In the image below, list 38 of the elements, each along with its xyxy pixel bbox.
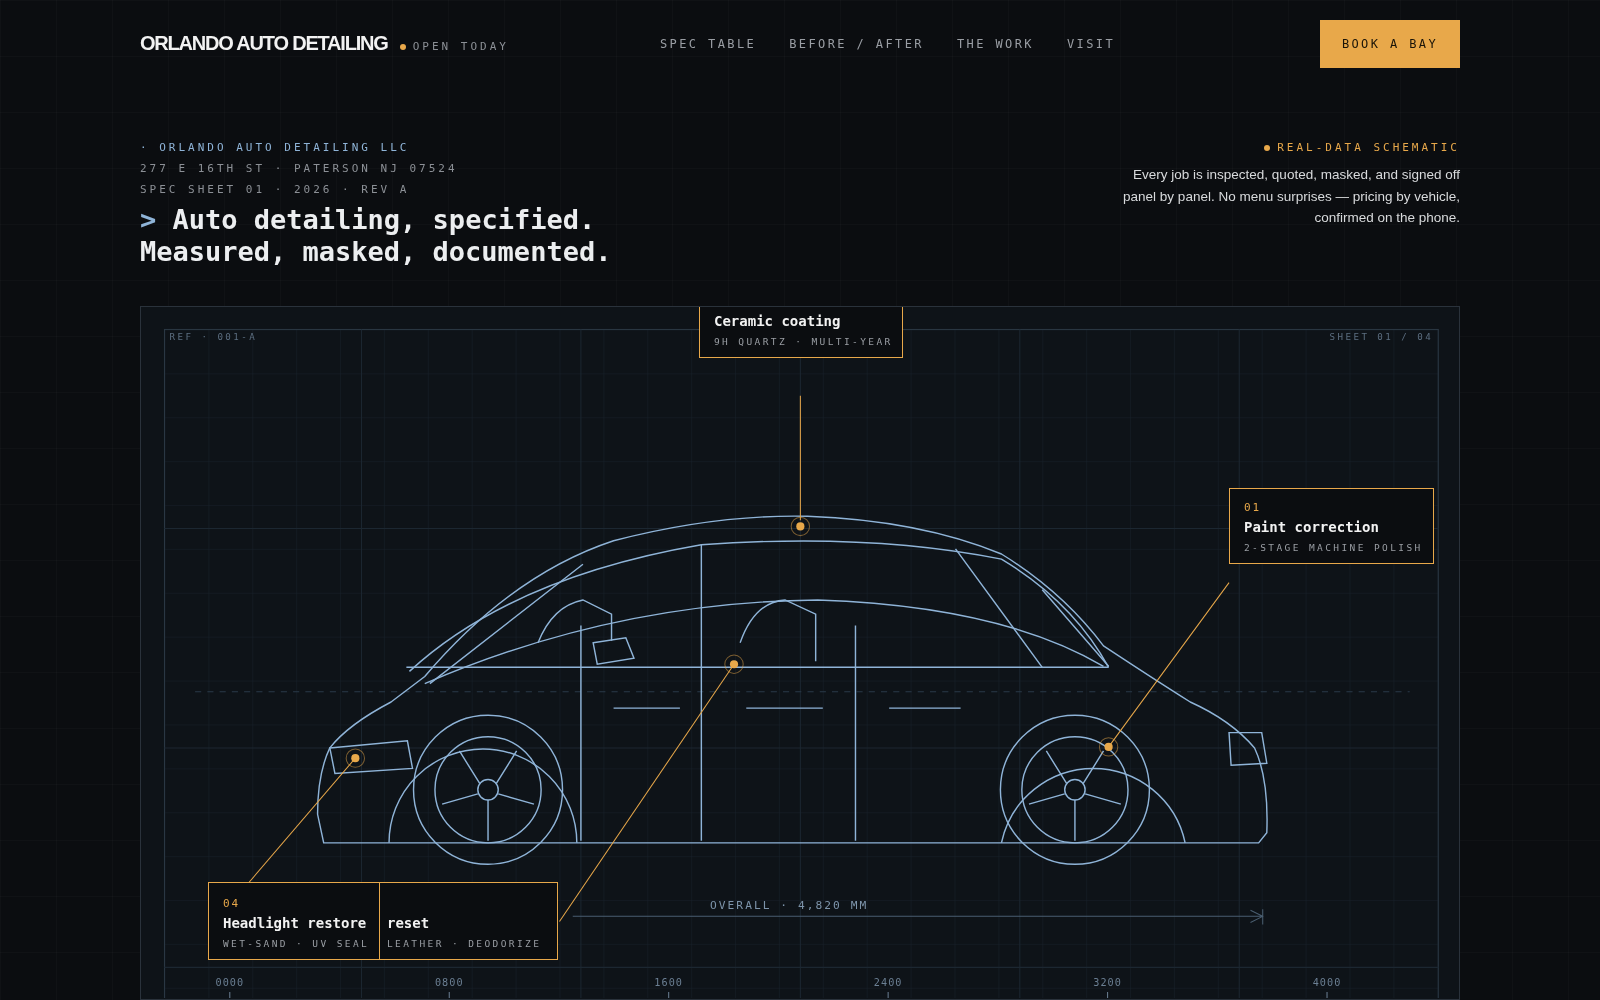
nav-link[interactable]: SPEC TABLE (660, 36, 757, 51)
badge-dot (1264, 144, 1271, 151)
marker-dot (1098, 737, 1119, 757)
scale-label: 1600 (654, 976, 683, 988)
company-name: · ORLANDO AUTO DETAILING LLC (140, 141, 411, 154)
brand-logo[interactable]: ORLANDO AUTO DETAILING (140, 32, 388, 55)
scale-label: 2400 (873, 976, 903, 988)
nav-link[interactable]: BEFORE / AFTER (789, 36, 924, 51)
scale-label: 0000 (215, 976, 245, 988)
status-label: OPEN TODAY (412, 40, 509, 53)
callout-title: Headlight restore (223, 915, 365, 931)
callout-title: Paint correction (1244, 519, 1380, 535)
callout-detail: WET-SAND · UV SEAL (223, 937, 365, 951)
marker-dot (345, 748, 366, 768)
callout-title: reset (387, 915, 431, 931)
callout-detail: 9H QUARTZ · MULTI-YEAR (714, 335, 888, 349)
schematic-label: REAL-DATA SCHEMATIC (1277, 141, 1460, 154)
sheet-number: SHEET 01 / 04 (1329, 330, 1434, 342)
headline: > Auto detailing, specified. Measured, masked, documented. (140, 204, 612, 268)
address-text: 277 E 16TH ST · PATERSON NJ 07524 (140, 162, 459, 175)
scale-label: 4000 (1312, 976, 1342, 988)
marker-dot (790, 516, 811, 537)
reference-label: REF · 001-A (169, 330, 258, 342)
description-text: Every job is inspected, quoted, masked, and signed off panel by panel. No menu surprises — pricing by vehicle, confirmed on the phone. (1122, 166, 1460, 227)
overall-dimension: OVERALL · 4,820 MM (709, 899, 869, 913)
scale-label: 0800 (434, 976, 464, 988)
callout-number: 04 (223, 897, 242, 910)
callout-number: 01 (1244, 501, 1263, 514)
callout-title: Ceramic coating (714, 313, 842, 329)
sheet-label: SPEC SHEET 01 · 2026 · REV A (140, 183, 411, 196)
marker-dot (724, 654, 744, 674)
nav-link[interactable]: THE WORK (957, 36, 1034, 51)
book-button[interactable]: BOOK A BAY (1320, 19, 1460, 68)
callout-detail: 2-STAGE MACHINE POLISH (1244, 541, 1419, 555)
scale-label: 3200 (1093, 976, 1122, 988)
status-dot (399, 43, 406, 50)
callout-detail: LEATHER · DEODORIZE (387, 937, 543, 951)
nav-link[interactable]: VISIT (1067, 36, 1116, 51)
